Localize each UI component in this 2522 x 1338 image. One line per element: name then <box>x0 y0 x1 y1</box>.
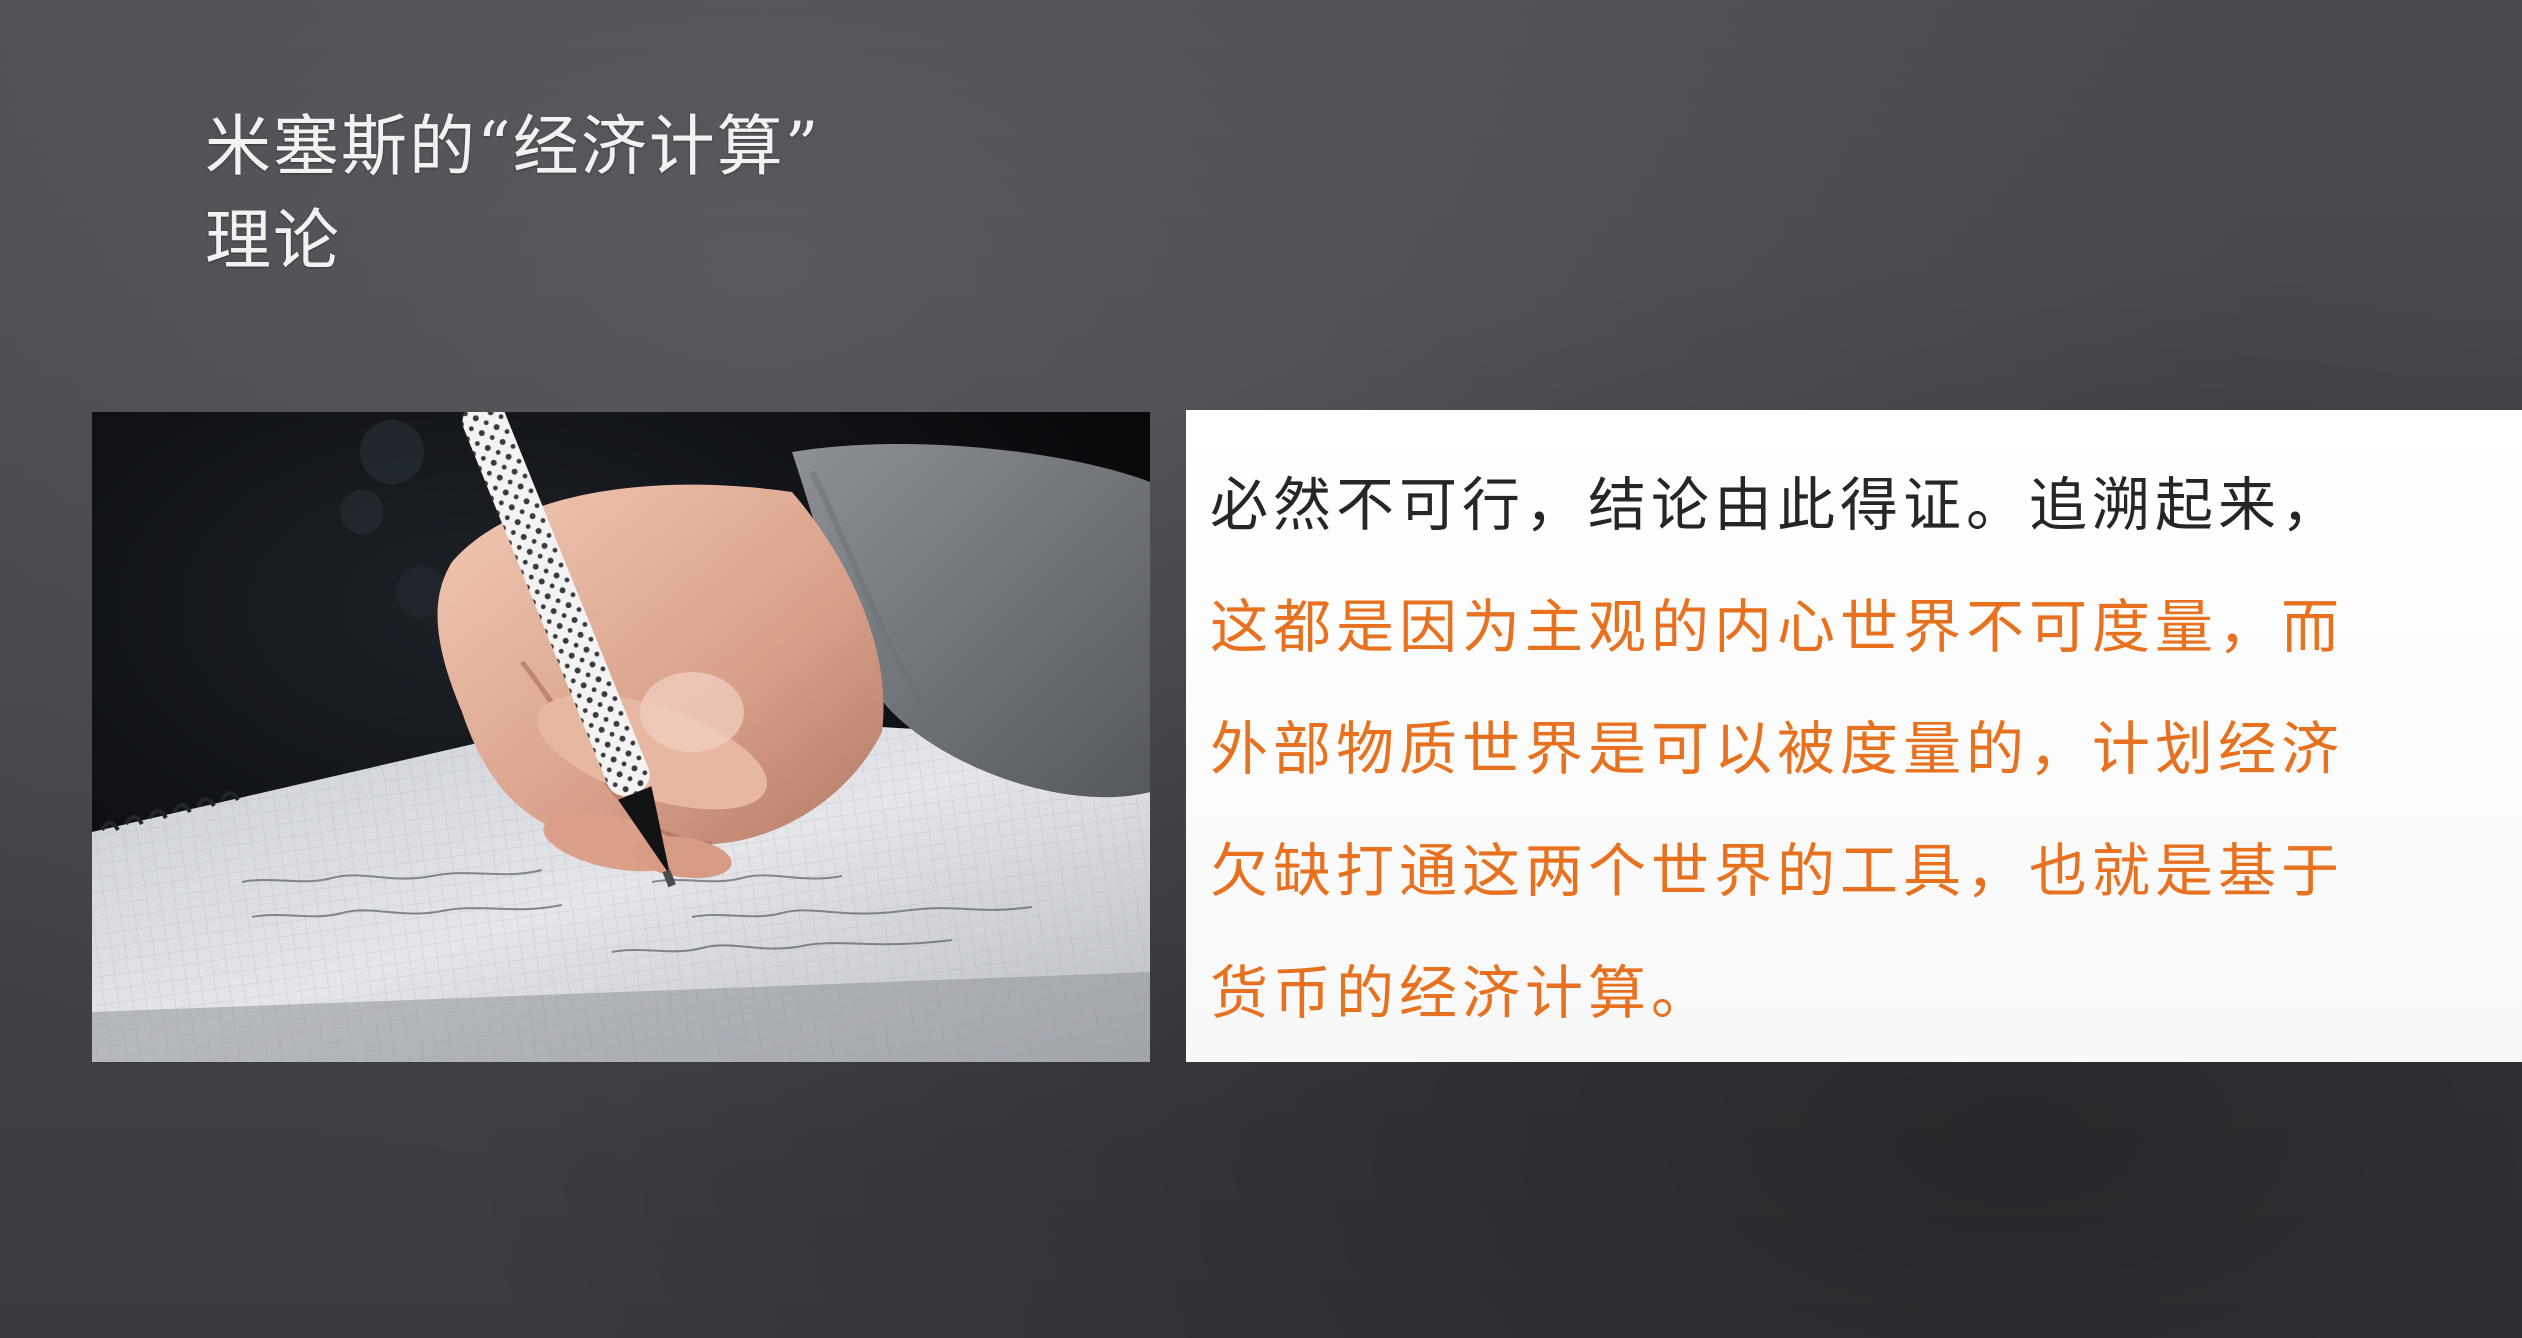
card-line-4: 欠缺打通这两个世界的工具，也就是基于 <box>1210 837 2345 905</box>
quote-text-card: 必然不可行，结论由此得证。追溯起来， 这都是因为主观的内心世界不可度量，而 外部… <box>1186 410 2522 1062</box>
card-line-1: 必然不可行，结论由此得证。追溯起来， <box>1210 471 2345 539</box>
slide-title-line-1: 米塞斯的“经济计算” <box>205 108 821 185</box>
card-line-5: 货币的经济计算。 <box>1210 959 1715 1027</box>
slide-title-line-2: 理论 <box>205 202 341 279</box>
writing-hand-illustration <box>92 412 1150 1062</box>
card-line-2: 这都是因为主观的内心世界不可度量，而 <box>1210 593 2345 661</box>
writing-hand-photo <box>92 412 1150 1062</box>
slide-title: 米塞斯的“经济计算” 理论 <box>205 100 1105 288</box>
card-line-3: 外部物质世界是可以被度量的，计划经济 <box>1210 715 2345 783</box>
